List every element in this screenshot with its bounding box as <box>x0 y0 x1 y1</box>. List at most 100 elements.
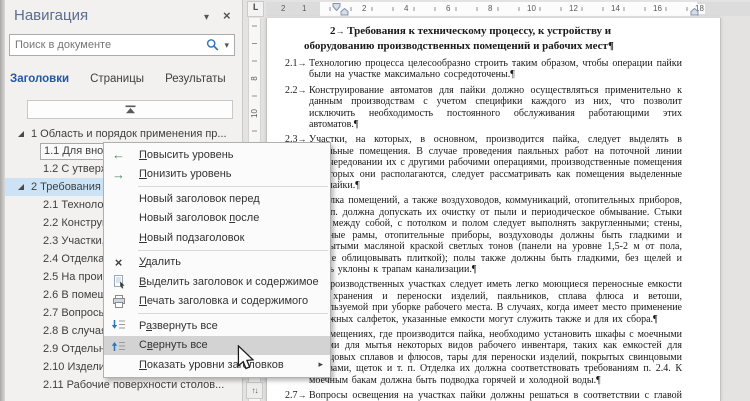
mouse-cursor <box>237 345 254 370</box>
tab-mark: → <box>297 84 307 95</box>
tree-item-label: 1.1 Для внов <box>44 145 110 157</box>
tree-item-label: 2.10 Изделия <box>43 361 111 373</box>
right-indent-marker[interactable] <box>690 8 699 16</box>
menu-item-label: Развернуть все <box>139 319 218 332</box>
hanging-indent-marker[interactable] <box>340 8 349 16</box>
collapse-all-icon <box>111 341 125 351</box>
paragraph-text: Конструирование автоматов для пайки долж… <box>309 84 682 131</box>
tree-item-label: 1.2 С утверж <box>43 163 109 175</box>
paragraph-text: В помещениях, где производится пайка, не… <box>309 328 682 386</box>
pane-options-chevron-icon[interactable]: ▾ <box>204 12 209 23</box>
document-paragraph[interactable]: 2.7→ Вопросы освещения на участках пайки … <box>285 390 682 401</box>
tree-item-label: 2.7 Вопросы <box>43 307 107 319</box>
tab-mark: → <box>297 58 307 68</box>
ruler-number: 1 <box>301 4 308 14</box>
document-page[interactable]: 2→ Требования к техническому процессу, к… <box>266 18 721 401</box>
menu-item-label: Свернуть все <box>139 339 208 352</box>
menu-item-delete[interactable]: × Удалить <box>104 253 330 273</box>
pane-close-icon[interactable]: × <box>223 8 231 23</box>
menu-item-promote-level[interactable]: ← Повысить уровень <box>104 145 330 165</box>
tree-item-2-11[interactable]: 2.11 Рабочие поверхности столов... <box>0 376 243 394</box>
tab-stop-selector[interactable]: L <box>247 1 264 17</box>
paragraph-number: 2.2 <box>285 84 298 96</box>
paragraph-text: Технологию процесса целесообразно строит… <box>309 58 682 81</box>
promote-arrow-icon: ← <box>112 147 125 163</box>
tree-item-label: 2.1 Технолог <box>43 199 108 211</box>
pane-tabs: Заголовки Страницы Результаты <box>10 73 235 85</box>
tab-headings[interactable]: Заголовки <box>10 73 69 85</box>
menu-item-label: Повысить уровень <box>139 148 234 161</box>
ruler-number: 10 <box>249 108 260 119</box>
menu-item-label: Показать уровни заголовков <box>139 358 284 371</box>
tree-item-label: 2 Требования к <box>31 181 109 193</box>
paragraph-number: 2.7 <box>285 389 298 401</box>
menu-item-label: Печать заголовка и содержимого <box>139 295 309 308</box>
document-paragraph[interactable]: 2.1→ Технологию процесса целесообразно ст… <box>285 58 682 81</box>
tree-item-1[interactable]: 1 Область и порядок применения пр... <box>0 125 243 143</box>
paragraph-text: Участки, на которых, в основном, произво… <box>309 134 682 192</box>
ruler-number: 8 <box>487 4 494 14</box>
ruler-number: 16 <box>652 4 663 14</box>
search-input[interactable] <box>10 39 205 51</box>
heading-text: Требования к техническому процессу, к ус… <box>304 25 614 52</box>
menu-separator <box>138 249 328 251</box>
tree-item-label: 2.6 В помещ <box>43 289 107 301</box>
document-body: 2→ Требования к техническому процессу, к… <box>267 18 720 401</box>
up-down-arrows-icon: ↑↓ <box>246 382 263 399</box>
collapse-triangle-icon[interactable] <box>18 131 24 137</box>
tree-item-label: 2.3 Участки, <box>43 235 105 247</box>
menu-item-label: Новый заголовок перед <box>139 192 260 205</box>
pane-title: Навигация <box>14 7 89 24</box>
document-paragraph[interactable]: 2.5→На производственных участках следует… <box>285 279 682 325</box>
jump-to-start-button[interactable] <box>27 100 233 119</box>
menu-item-new-heading-before[interactable]: Новый заголовок перед <box>104 189 330 209</box>
search-dropdown-icon[interactable]: ▾ <box>222 40 234 51</box>
menu-item-new-subheading[interactable]: Новый подзаголовок <box>104 228 330 248</box>
menu-item-collapse-all[interactable]: Свернуть все <box>104 335 330 355</box>
menu-item-select-heading-and-content[interactable]: Выделить заголовок и содержимое <box>104 272 330 292</box>
tab-mark: → <box>297 389 307 400</box>
menu-item-expand-all[interactable]: Развернуть все <box>104 316 330 336</box>
select-content-icon <box>113 274 125 289</box>
demote-arrow-icon: → <box>112 166 125 182</box>
menu-item-demote-level[interactable]: → Понизить уровень <box>104 165 330 185</box>
menu-item-label: Новый заголовок после <box>139 212 260 225</box>
window-left-edge <box>0 0 5 401</box>
tab-mark: → <box>335 26 345 36</box>
document-heading[interactable]: 2→ Требования к техническому процессу, к… <box>304 24 682 54</box>
tree-item-label: 2.9 Отдельн <box>43 343 105 355</box>
menu-item-show-heading-levels[interactable]: Показать уровни заголовков ▸ <box>104 355 330 375</box>
ruler-number: 2 <box>280 4 287 14</box>
printer-icon <box>112 294 125 308</box>
delete-x-icon: × <box>114 254 123 270</box>
menu-item-label: Удалить <box>139 256 182 269</box>
menu-item-print-heading-and-content[interactable]: Печать заголовка и содержимого <box>104 292 330 312</box>
menu-separator <box>138 313 328 314</box>
document-paragraph[interactable]: 2.4→Отделка помещений, а также воздухово… <box>285 195 682 275</box>
menu-item-label: Выделить заголовок и содержимое <box>139 275 319 288</box>
ruler-number: 12 <box>568 4 579 14</box>
tree-item-label: 2.5 На произ <box>43 271 108 283</box>
paragraph-text: На производственных участках следует име… <box>309 279 682 325</box>
tree-item-label: 2.2 Конструи <box>43 217 109 229</box>
document-paragraph[interactable]: 2.2→ Конструирование автоматов для пайки … <box>285 85 682 131</box>
menu-item-new-heading-after[interactable]: Новый заголовок после <box>104 209 330 229</box>
ruler-number: 6 <box>445 4 452 14</box>
tree-item-label: 1 Область и порядок применения пр... <box>31 128 227 140</box>
search-icon[interactable] <box>204 38 222 52</box>
ruler-printable-area <box>320 2 697 16</box>
tab-results[interactable]: Результаты <box>165 73 226 85</box>
jump-top-icon <box>125 105 135 114</box>
document-paragraph[interactable]: 2.6→В помещениях, где производится пайка… <box>285 329 682 386</box>
ruler-number: 8 <box>249 73 260 84</box>
heading-context-menu: ← Повысить уровень → Понизить уровень Но… <box>103 142 331 378</box>
ruler-number: 10 <box>526 4 537 14</box>
submenu-arrow-icon: ▸ <box>318 359 323 370</box>
paragraph-text: Вопросы освещения на участках пайки долж… <box>309 389 682 401</box>
tab-pages[interactable]: Страницы <box>90 73 144 85</box>
horizontal-ruler: 2 1 2 4 6 8 10 12 14 16 18 <box>266 2 750 16</box>
document-paragraph[interactable]: 2.3→ Участки, на которых, в основном, про… <box>285 134 682 191</box>
search-box: ▾ <box>9 34 235 56</box>
collapse-triangle-icon[interactable] <box>18 184 24 190</box>
tree-item-label: 2.8 В случая <box>43 325 107 337</box>
